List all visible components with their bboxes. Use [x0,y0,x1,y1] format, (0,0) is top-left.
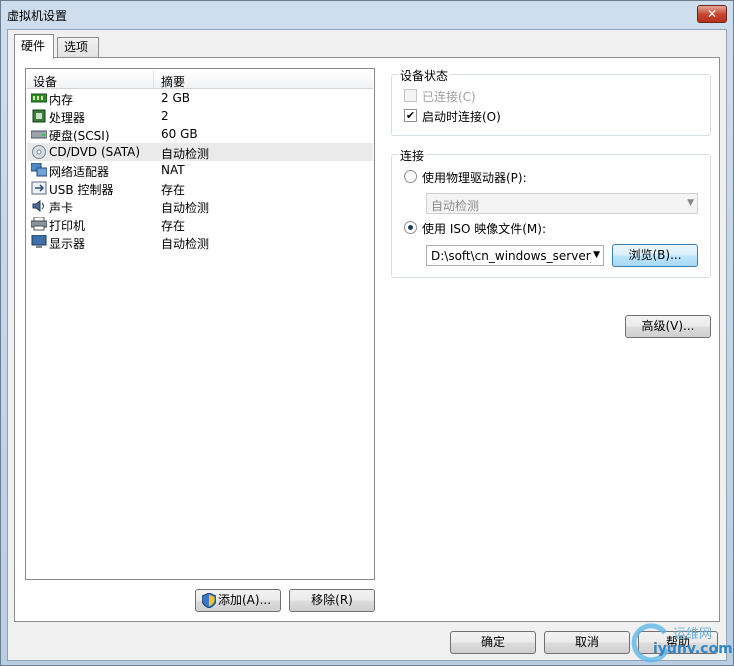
device-list-header: 设备 摘要 [27,71,373,89]
device-list[interactable]: 设备 摘要 内存 2 GB 处理器 2 硬盘(SCSI) 60 GB CD/DV… [25,68,375,580]
device-name: USB 控制器 [49,183,114,197]
connect-at-power-on-label: 启动时连接(O) [422,110,501,124]
watermark-text-cn: 运维网 [673,627,713,642]
device-row-usb-controller[interactable]: USB 控制器 存在 [27,179,373,197]
window-title: 虚拟机设置 [7,9,68,23]
physical-drive-value: 自动检测 [431,199,480,213]
device-summary: 存在 [161,183,186,197]
device-row-harddisk[interactable]: 硬盘(SCSI) 60 GB [27,125,373,143]
column-header-device[interactable]: 设备 [33,73,57,90]
tab-hardware[interactable]: 硬件 [14,34,54,59]
hardware-panel: 设备 摘要 内存 2 GB 处理器 2 硬盘(SCSI) 60 GB CD/DV… [14,57,720,622]
iso-image-label: 使用 ISO 映像文件(M): [422,222,546,236]
ok-button[interactable]: 确定 [450,631,536,654]
sound-card-icon [32,200,44,212]
physical-drive-label: 使用物理驱动器(P): [422,171,527,185]
cancel-button[interactable]: 取消 [544,631,630,654]
network-adapter-icon [31,163,47,177]
physical-drive-select[interactable]: 自动检测 ▼ [426,193,698,214]
device-summary: 自动检测 [161,201,210,215]
device-name: 打印机 [49,219,86,233]
device-summary: NAT [161,163,185,177]
device-row-memory[interactable]: 内存 2 GB [27,89,373,107]
title-bar[interactable]: 虚拟机设置 ✕ [1,1,733,29]
device-row-cd-dvd[interactable]: CD/DVD (SATA) 自动检测 [27,143,373,161]
iso-image-radio[interactable] [404,221,417,234]
device-name: 声卡 [49,201,74,215]
harddisk-icon [31,130,47,139]
device-row-processor[interactable]: 处理器 2 [27,107,373,125]
device-summary: 存在 [161,219,186,233]
column-separator[interactable] [153,71,154,89]
add-button[interactable]: 添加(A)... [195,589,281,612]
device-row-network-adapter[interactable]: 网络适配器 NAT [27,161,373,179]
device-name: 硬盘(SCSI) [49,129,110,143]
device-name: 内存 [49,93,74,107]
watermark-logo: 运维网 iyunv.com [631,623,733,663]
browse-button[interactable]: 浏览(B)... [612,244,698,267]
remove-button[interactable]: 移除(R) [289,589,375,612]
display-icon [31,235,47,248]
device-status-group: 设备状态 已连接(C) ✔ 启动时连接(O) [391,67,711,136]
device-summary: 60 GB [161,127,198,141]
device-summary: 2 [161,109,169,123]
add-button-label: 添加(A)... [218,593,272,607]
check-icon: ✔ [405,109,416,122]
tab-options[interactable]: 选项 [57,37,99,58]
device-summary: 自动检测 [161,237,210,251]
advanced-button[interactable]: 高级(V)... [625,315,711,338]
connect-at-power-on-checkbox[interactable]: ✔ [404,109,417,122]
device-summary: 自动检测 [161,147,210,161]
iso-path-select[interactable]: D:\soft\cn_windows_server_ ▼ [426,245,604,266]
close-button[interactable]: ✕ [697,5,727,23]
printer-icon [31,217,47,231]
device-name: 网络适配器 [49,165,110,179]
connected-label: 已连接(C) [422,90,476,104]
connection-group: 连接 使用物理驱动器(P): 自动检测 ▼ 使用 ISO 映像文件(M): D:… [391,147,711,278]
device-summary: 2 GB [161,91,190,105]
cd-dvd-icon [32,145,46,159]
device-name: 显示器 [49,237,86,251]
device-row-display[interactable]: 显示器 自动检测 [27,233,373,251]
connected-checkbox[interactable] [404,89,417,102]
radio-dot-icon [408,225,413,230]
chevron-down-icon: ▼ [687,198,694,208]
physical-drive-radio[interactable] [404,170,417,183]
dialog-client-area: 硬件 选项 设备 摘要 内存 2 GB 处理器 2 硬盘(SCSI) 60 GB… [7,29,727,661]
device-name: 处理器 [49,111,86,125]
device-status-title: 设备状态 [398,67,451,84]
memory-icon [31,93,47,103]
iso-path-value: D:\soft\cn_windows_server_ [431,249,591,263]
watermark-text-url: iyunv.com [653,641,733,657]
vm-settings-window: 虚拟机设置 ✕ 硬件 选项 设备 摘要 内存 2 GB 处理器 2 硬盘(SCS… [0,0,734,666]
connection-title: 连接 [398,147,427,164]
device-row-printer[interactable]: 打印机 存在 [27,215,373,233]
usb-icon [31,181,47,195]
device-name: CD/DVD (SATA) [49,145,141,159]
column-header-summary[interactable]: 摘要 [161,73,185,90]
device-row-sound-card[interactable]: 声卡 自动检测 [27,197,373,215]
chevron-down-icon: ▼ [593,250,600,260]
shield-icon [202,593,216,608]
processor-icon [32,109,46,123]
